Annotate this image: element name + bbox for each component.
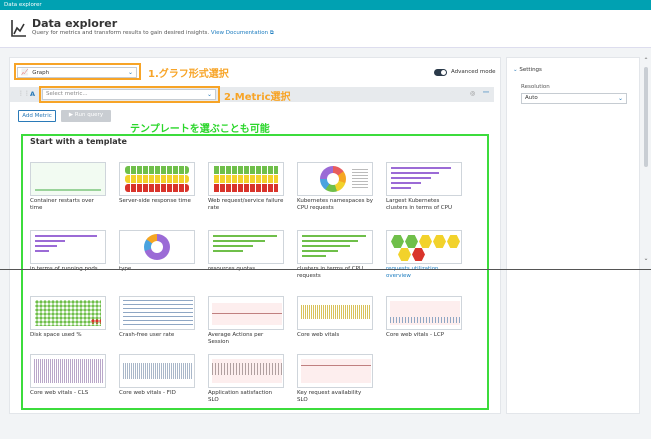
scrollbar-thumb[interactable] [644,67,648,167]
vertical-scrollbar[interactable]: ⌃ ⌄ [642,57,650,414]
template-thumbnail [119,296,195,330]
chevron-down-icon: ⌄ [513,67,518,73]
resolution-label: Resolution [521,84,550,90]
annotation-metric: 2.Metric選択 [224,92,291,103]
view-documentation-link[interactable]: View Documentation [211,30,268,36]
template-thumbnail [386,162,462,196]
template-card[interactable]: Crash-free user rate [119,296,195,339]
template-label: Crash-free user rate [119,332,175,338]
drag-handle-icon[interactable]: ⋮⋮ [18,90,30,97]
template-label: Container restarts over time [30,198,94,211]
annotation-template: テンプレートを選ぶことも可能 [130,124,270,135]
template-label: Application satisfaction SLO [208,390,273,403]
template-section-title: Start with a template [30,137,127,146]
query-letter: A [30,90,36,98]
divider-line [0,269,651,270]
data-explorer-icon [11,20,26,37]
advanced-mode-toggle[interactable] [434,69,447,76]
template-label: Core web vitals - CLS [30,390,89,396]
resolution-select[interactable]: Auto ⌄ [521,93,627,104]
template-card[interactable]: requests utilization overview [386,230,462,280]
scroll-down-icon[interactable]: ⌄ [642,255,650,262]
template-thumbnail [297,230,373,264]
template-card[interactable]: Core web vitals - LCP [386,296,462,339]
page-subtitle: Query for metrics and transform results … [32,30,274,37]
template-card[interactable]: Server-side response time [119,162,195,205]
template-thumbnail [297,162,373,196]
window-titlebar: Data explorer [0,0,651,10]
template-label: Key request availability SLO [297,390,362,403]
template-card[interactable]: Largest Kubernetes clusters in terms of … [386,162,462,212]
template-thumbnail [386,296,462,330]
template-thumbnail [30,162,106,196]
template-thumbnail [30,354,106,388]
template-card[interactable]: Core web vitals [297,296,373,339]
template-card[interactable]: Key request availability SLO [297,354,373,404]
template-label: Core web vitals - FID [119,390,176,396]
settings-header[interactable]: ⌄ Settings [513,67,542,73]
template-thumbnail [208,354,284,388]
settings-title: Settings [519,67,542,73]
template-card[interactable]: Core web vitals - FID [119,354,195,397]
template-thumbnail [208,230,284,264]
add-metric-button[interactable]: Add Metric [18,110,56,122]
template-thumbnail [297,296,373,330]
visibility-icon[interactable]: ◎ [470,90,475,97]
template-thumbnail [119,354,195,388]
template-label: Core web vitals - LCP [386,332,445,338]
run-query-button[interactable]: ▶ Run query [61,110,111,122]
template-card[interactable]: Container restarts over time [30,162,106,212]
annotation-box-metric [39,86,220,103]
template-thumbnail [119,162,195,196]
chevron-down-icon: ⌄ [617,95,623,102]
scroll-up-icon[interactable]: ⌃ [642,57,650,64]
template-label: Web request/service failure rate [208,198,284,211]
template-card[interactable]: Core web vitals - CLS [30,354,106,397]
template-label: Core web vitals [297,332,340,338]
run-query-label: Run query [74,112,104,118]
template-thumbnail [208,296,284,330]
template-thumbnail [30,296,106,330]
template-card[interactable]: resources quotas [208,230,284,273]
more-options-icon[interactable]: ⋯ [483,89,489,96]
advanced-mode-label: Advanced mode [451,69,496,75]
template-thumbnail [30,230,106,264]
template-card[interactable]: Average Actions per Session [208,296,284,346]
external-link-icon: ⧉ [269,30,274,36]
annotation-box-graph [14,63,141,80]
template-card[interactable]: Application satisfaction SLO [208,354,284,404]
template-label: Largest Kubernetes clusters in terms of … [386,198,452,211]
template-card[interactable]: Web request/service failure rate [208,162,284,212]
template-card[interactable]: type [119,230,195,273]
template-card[interactable]: Disk space used % [30,296,106,339]
template-thumbnail [386,230,462,264]
template-card[interactable]: in terms of running pods [30,230,106,273]
template-label: Average Actions per Session [208,332,264,345]
resolution-value: Auto [525,95,538,101]
play-icon: ▶ [68,112,74,118]
settings-panel: ⌄ Settings Resolution Auto ⌄ [506,57,640,414]
template-card[interactable]: Kubernetes namespaces by CPU requests [297,162,373,212]
template-thumbnail [208,162,284,196]
page-title: Data explorer [32,17,118,30]
page-header: Data explorer Query for metrics and tran… [0,10,651,48]
template-label: Kubernetes namespaces by CPU requests [297,198,373,211]
subtitle-text: Query for metrics and transform results … [32,30,210,36]
annotation-graph-type: 1.グラフ形式選択 [148,69,229,80]
template-thumbnail [297,354,373,388]
template-label: Server-side response time [119,198,191,204]
template-thumbnail [119,230,195,264]
template-label: Disk space used % [30,332,82,338]
template-card[interactable]: clusters in terms of CPU requests [297,230,373,280]
